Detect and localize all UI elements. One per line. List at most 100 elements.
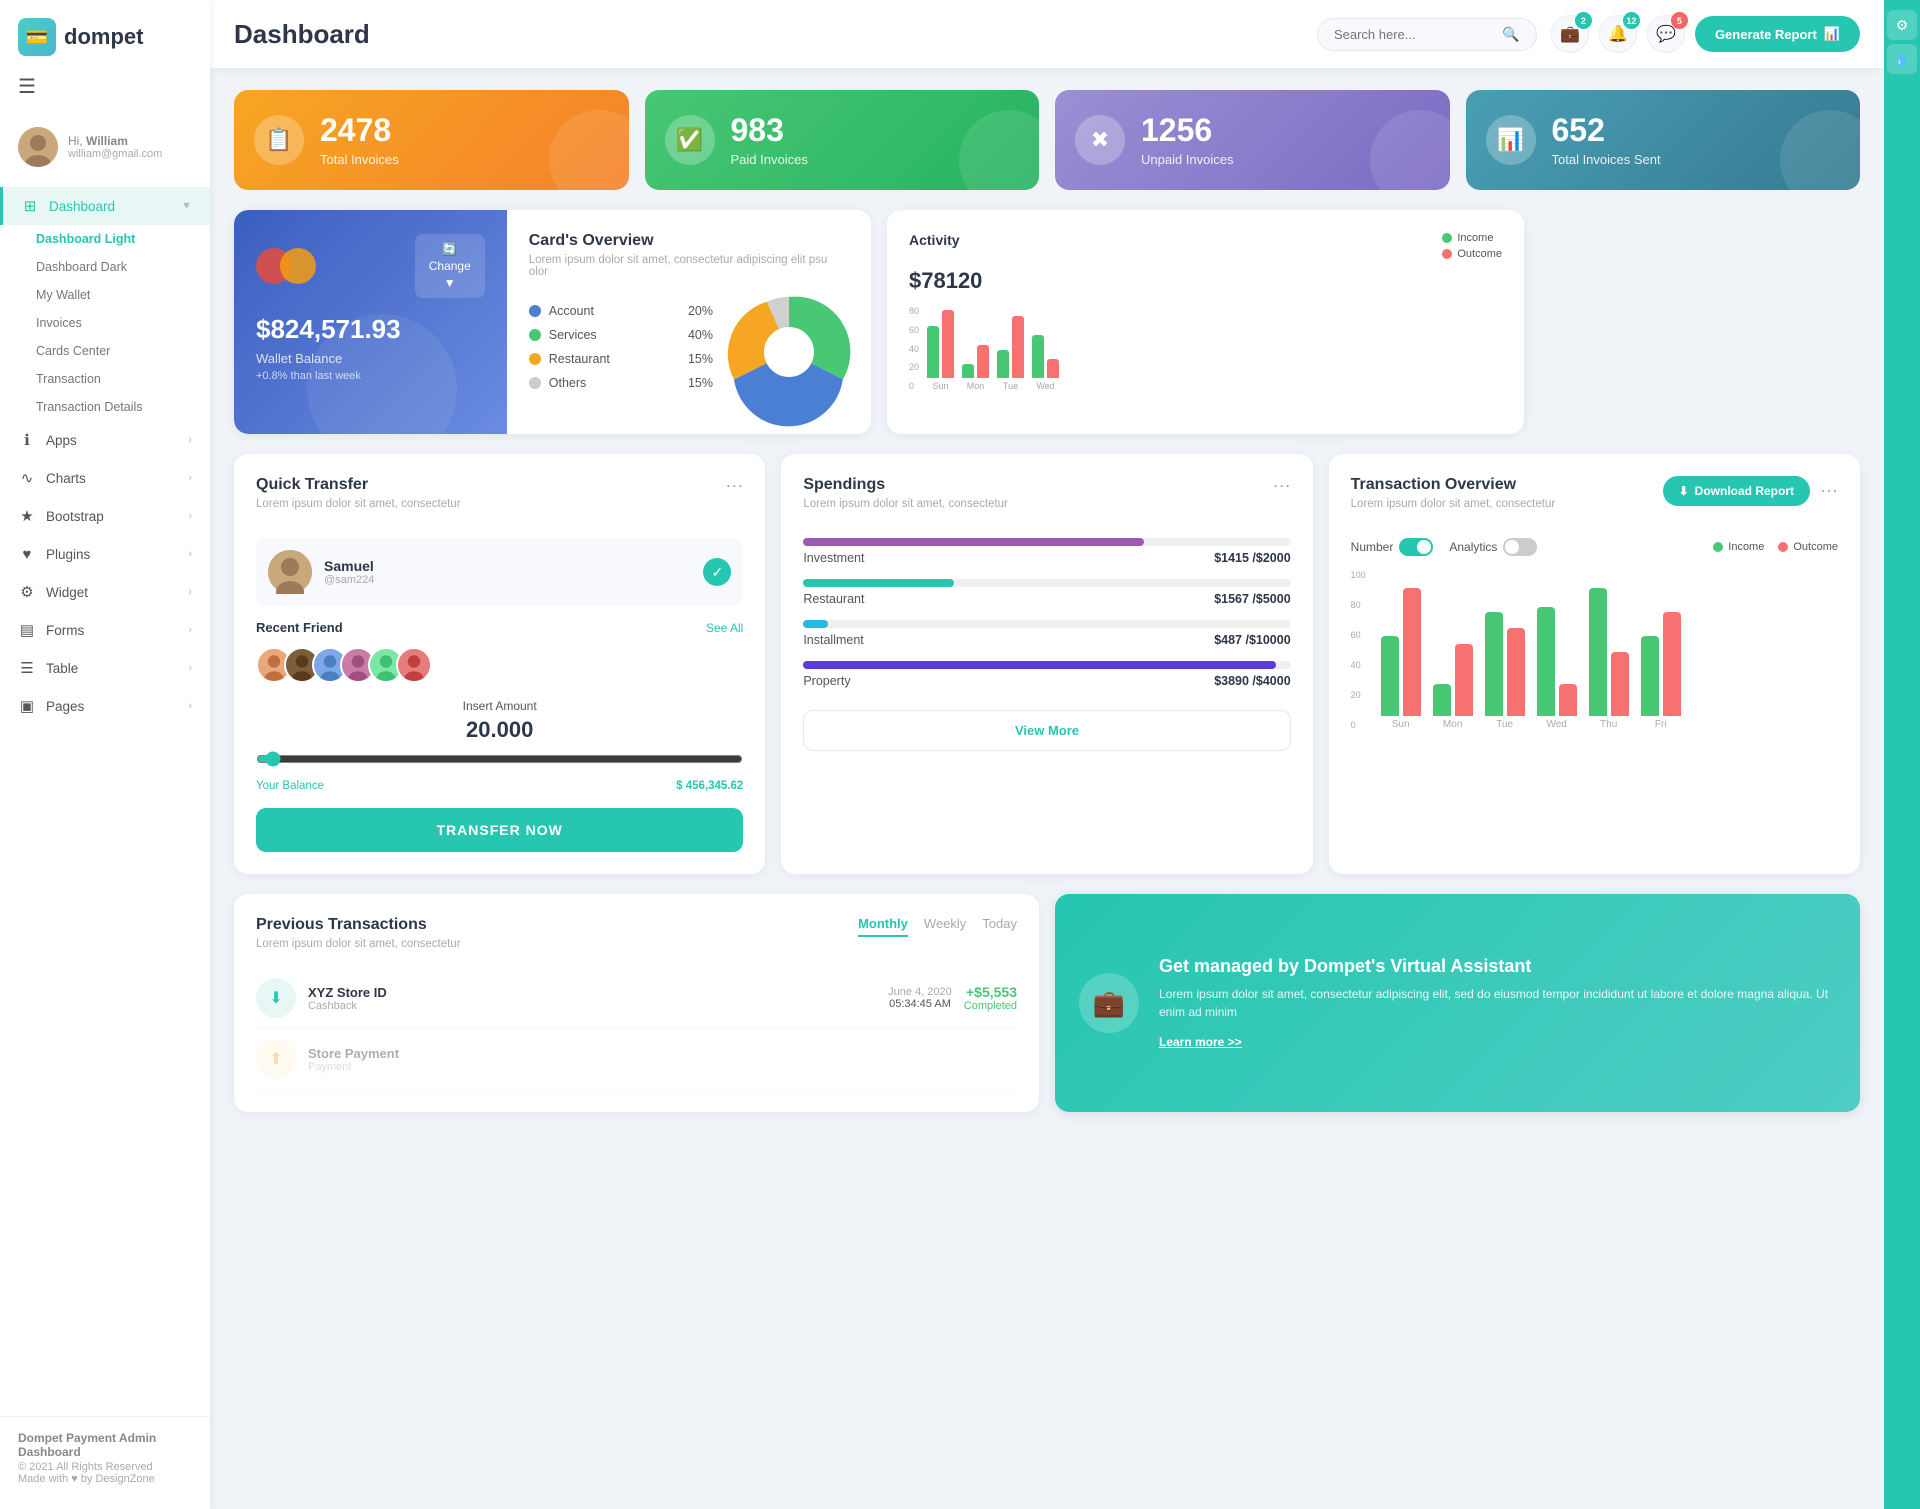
- sidebar-item-label: Widget: [46, 585, 88, 600]
- sidebar-item-pages[interactable]: ▣ Pages ›: [0, 687, 210, 725]
- footer-brand: Dompet Payment Admin Dashboard: [18, 1431, 192, 1459]
- to-bar-chart: Sun Mon: [1351, 570, 1838, 730]
- outcome-dot: [1442, 249, 1452, 259]
- balance-label: Your Balance: [256, 780, 324, 792]
- to-bar-fri-income: [1641, 636, 1659, 716]
- quick-transfer-card: Quick Transfer Lorem ipsum dolor sit ame…: [234, 454, 765, 874]
- analytics-label: Analytics: [1449, 540, 1497, 554]
- bell-icon-btn[interactable]: 🔔 12: [1599, 15, 1637, 53]
- bar-tue-income: [997, 350, 1009, 378]
- to-income-legend: Income: [1713, 541, 1764, 553]
- to-legend: Income Outcome: [1713, 541, 1838, 553]
- check-icon: ✓: [703, 558, 731, 586]
- wallet-change-button[interactable]: 🔄 Change ▼: [415, 234, 485, 298]
- number-switch[interactable]: [1399, 538, 1433, 556]
- mastercard-logo: [256, 248, 316, 284]
- sidebar-item-table[interactable]: ☰ Table ›: [0, 649, 210, 687]
- hamburger-icon[interactable]: ☰: [0, 74, 210, 115]
- analytics-toggle[interactable]: Analytics: [1449, 538, 1537, 556]
- slider-input[interactable]: [256, 751, 743, 767]
- services-label: Services: [549, 328, 597, 342]
- spending-item-investment: Investment $1415 /$2000: [803, 538, 1290, 565]
- to-bar-fri: Fri: [1641, 612, 1681, 730]
- restaurant-pct: 15%: [688, 352, 713, 366]
- sidebar-item-dashboard[interactable]: ⊞ Dashboard ▼: [0, 187, 210, 225]
- wallet-icon-btn[interactable]: 💼 2: [1551, 15, 1589, 53]
- avatar: [18, 127, 58, 167]
- submenu-item-dashboard-light[interactable]: Dashboard Light: [36, 225, 210, 253]
- search-input[interactable]: [1334, 27, 1494, 42]
- bell-badge: 12: [1623, 12, 1640, 29]
- spendings-subtitle: Lorem ipsum dolor sit amet, consectetur: [803, 498, 1008, 510]
- sidebar-item-apps[interactable]: ℹ Apps ›: [0, 421, 210, 459]
- friend-avatar-6[interactable]: [396, 647, 432, 683]
- greeting: Hi, William: [68, 134, 162, 148]
- submenu-item-my-wallet[interactable]: My Wallet: [36, 281, 210, 309]
- user-info: Hi, William william@gmail.com: [68, 134, 162, 160]
- chat-icon-btn[interactable]: 💬 5: [1647, 15, 1685, 53]
- to-bar-tue: Tue: [1485, 612, 1525, 730]
- spendings-title: Spendings: [803, 476, 1008, 494]
- dashboard-icon: ⊞: [21, 197, 39, 215]
- user-name: William: [86, 134, 128, 148]
- chevron-right-icon: ›: [188, 472, 192, 484]
- submenu-item-transaction-details[interactable]: Transaction Details: [36, 393, 210, 421]
- chevron-right-icon: ›: [188, 548, 192, 560]
- sidebar-item-forms[interactable]: ▤ Forms ›: [0, 611, 210, 649]
- to-toggles: Number Analytics Income: [1351, 538, 1838, 556]
- transaction-row-1: ⬇ XYZ Store ID Cashback June 4, 2020 05:…: [256, 968, 1017, 1029]
- amount-slider[interactable]: [256, 751, 743, 772]
- sidebar-item-widget[interactable]: ⚙ Widget ›: [0, 573, 210, 611]
- view-more-button[interactable]: View More: [803, 710, 1290, 751]
- bar-wed-income: [1032, 335, 1044, 378]
- spending-item-property: Property $3890 /$4000: [803, 661, 1290, 688]
- bar-tue-outcome: [1012, 316, 1024, 378]
- submenu-item-invoices[interactable]: Invoices: [36, 309, 210, 337]
- more-options-icon[interactable]: ⋯: [725, 476, 743, 497]
- number-label: Number: [1351, 540, 1394, 554]
- tab-weekly[interactable]: Weekly: [924, 916, 966, 937]
- bg-circle: [549, 110, 629, 190]
- person-handle: @sam224: [324, 574, 374, 586]
- transfer-now-button[interactable]: TRANSFER NOW: [256, 808, 743, 852]
- search-box[interactable]: 🔍: [1317, 18, 1537, 51]
- to-bar-fri-outcome: [1663, 612, 1681, 716]
- analytics-switch[interactable]: [1503, 538, 1537, 556]
- income-label: Income: [1457, 232, 1493, 244]
- transaction-icon-2: ⬆: [256, 1039, 296, 1079]
- submenu-item-transaction[interactable]: Transaction: [36, 365, 210, 393]
- property-label: Property: [803, 674, 850, 688]
- download-report-button[interactable]: ⬇ Download Report: [1663, 476, 1810, 506]
- palette-icon-btn[interactable]: 💧: [1887, 44, 1917, 74]
- number-toggle[interactable]: Number: [1351, 538, 1434, 556]
- paid-icon: ✅: [665, 115, 715, 165]
- to-income-dot: [1713, 542, 1723, 552]
- sidebar-item-plugins[interactable]: ♥ Plugins ›: [0, 535, 210, 573]
- spendings-more-icon[interactable]: ⋯: [1273, 476, 1291, 497]
- sidebar-item-charts[interactable]: ∿ Charts ›: [0, 459, 210, 497]
- balance-value: $ 456,345.62: [676, 780, 743, 792]
- tab-monthly[interactable]: Monthly: [858, 916, 908, 937]
- submenu-item-cards-center[interactable]: Cards Center: [36, 337, 210, 365]
- submenu-item-dashboard-dark[interactable]: Dashboard Dark: [36, 253, 210, 281]
- change-label: Change: [429, 259, 471, 273]
- to-more-icon[interactable]: ⋯: [1820, 481, 1838, 502]
- services-pct: 40%: [688, 328, 713, 342]
- co-item-services: Services 40%: [529, 328, 713, 342]
- tab-today[interactable]: Today: [982, 916, 1017, 937]
- bottom2-row: Previous Transactions Lorem ipsum dolor …: [234, 894, 1860, 1112]
- restaurant-bar: [803, 579, 954, 587]
- income-dot: [1442, 233, 1452, 243]
- sidebar-item-bootstrap[interactable]: ★ Bootstrap ›: [0, 497, 210, 535]
- friends-avatars: [256, 647, 743, 683]
- account-dot: [529, 305, 541, 317]
- chat-badge: 5: [1671, 12, 1688, 29]
- sidebar-footer: Dompet Payment Admin Dashboard © 2021 Al…: [0, 1416, 210, 1499]
- va-learn-more-link[interactable]: Learn more >>: [1159, 1035, 1242, 1049]
- person-avatar: [268, 550, 312, 594]
- stat-card-unpaid-invoices: ✖ 1256 Unpaid Invoices: [1055, 90, 1450, 190]
- label-mon: Mon: [967, 381, 985, 391]
- generate-report-button[interactable]: Generate Report 📊: [1695, 16, 1860, 52]
- settings-icon-btn[interactable]: ⚙: [1887, 10, 1917, 40]
- see-all-link[interactable]: See All: [706, 621, 743, 635]
